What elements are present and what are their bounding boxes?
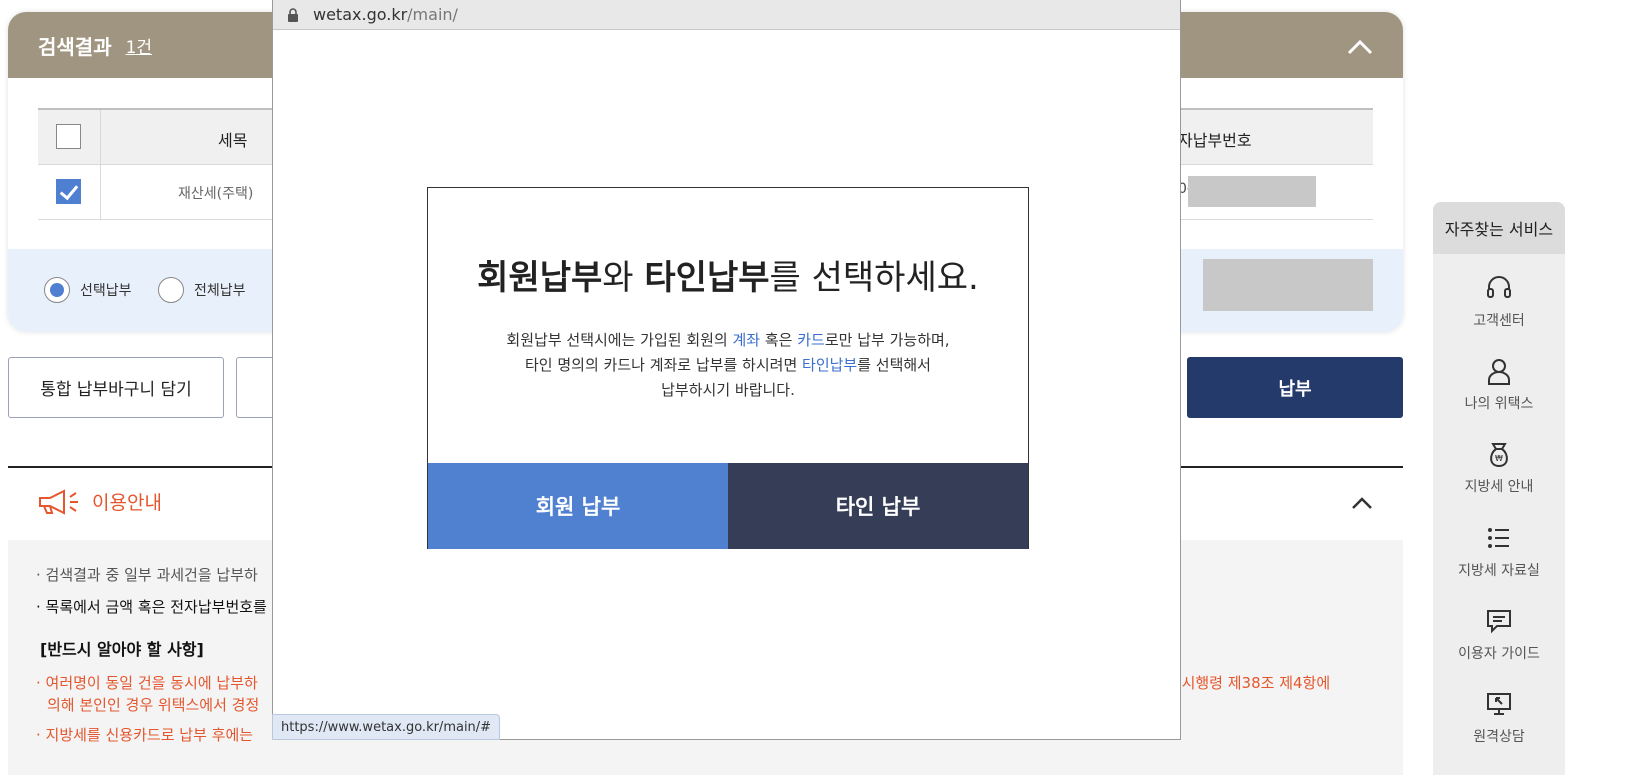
quick-item-local-tax-library[interactable]: 지방세 자료실 (1433, 524, 1565, 580)
header-epay-no: 자납부번호 (1178, 131, 1252, 150)
redacted-epay-no (1188, 176, 1316, 207)
desc-highlight-account: 계좌 (732, 331, 761, 349)
guide-line: · 검색결과 중 일부 과세건을 납부하 (36, 566, 258, 584)
quick-item-label: 지방세 안내 (1464, 479, 1534, 495)
desc-text: 로만 납부 가능하며, (824, 331, 950, 349)
quick-menu-title: 자주찾는 서비스 (1433, 202, 1565, 254)
money-bag-icon: ₩ (1490, 443, 1508, 468)
radio-all-pay[interactable] (158, 277, 184, 303)
monitor-icon (1487, 693, 1511, 715)
guide-title: 이용안내 (92, 492, 162, 514)
desc-highlight-card: 카드 (797, 331, 825, 349)
quick-item-my-wetax[interactable]: 나의 위택스 (1433, 357, 1565, 413)
quick-item-label: 이용자 가이드 (1458, 646, 1540, 662)
quick-item-label: 지방세 자료실 (1458, 563, 1540, 579)
desc-text: 를 선택해서 (857, 356, 931, 374)
person-icon (1488, 359, 1510, 385)
result-title: 검색결과 (38, 34, 112, 59)
title-connector: 와 (602, 258, 645, 298)
collapse-chevron-icon[interactable] (1347, 34, 1373, 60)
url-host: wetax.go.kr (313, 5, 408, 24)
desc-line-1: 회원납부 선택시에는 가입된 회원의 계좌 혹은 카드로만 납부 가능하며, (428, 328, 1028, 353)
headset-icon (1487, 276, 1511, 298)
desc-text: 타인 명의의 카드나 계좌로 납부를 하시려면 (525, 356, 803, 374)
status-bar-url: https://www.wetax.go.kr/main/# (272, 714, 501, 740)
guide-line: 법 시행령 제38조 제4항에 (1163, 674, 1331, 692)
quick-item-label: 원격상담 (1473, 729, 1525, 745)
desc-line-3: 납부하시기 바랍니다. (661, 381, 795, 399)
list-icon (1488, 528, 1509, 548)
column-divider (100, 165, 101, 219)
svg-text:₩: ₩ (1495, 454, 1503, 463)
quick-menu: 자주찾는 서비스 고객센터 나의 위택스 ₩ 지방세 안내 지방세 자료실 이용… (1433, 202, 1565, 775)
quick-item-label: 나의 위택스 (1464, 396, 1534, 412)
select-all-checkbox[interactable] (56, 124, 81, 149)
radio-all-pay-label[interactable]: 전체납부 (194, 280, 246, 300)
quick-item-user-guide[interactable]: 이용자 가이드 (1433, 607, 1565, 663)
row-subject: 재산세(주택) (178, 186, 254, 202)
quick-item-customer-center[interactable]: 고객센터 (1433, 274, 1565, 330)
row-checkbox[interactable] (56, 179, 81, 204)
quick-item-local-tax-info[interactable]: ₩ 지방세 안내 (1433, 440, 1565, 496)
lock-icon (288, 7, 298, 22)
title-other-pay: 타인납부 (644, 258, 770, 298)
pay-button[interactable]: 납부 (1187, 357, 1403, 418)
dialog-title: 회원납부와 타인납부를 선택하세요. (428, 250, 1028, 299)
megaphone-icon (39, 488, 78, 515)
desc-line-2: 타인 명의의 카드나 계좌로 납부를 하시려면 타인납부를 선택해서 (428, 353, 1028, 378)
add-to-basket-button[interactable]: 통합 납부바구니 담기 (8, 357, 224, 418)
column-divider (100, 110, 101, 164)
title-suffix: 를 선택하세요. (769, 258, 979, 298)
guide-chevron-icon[interactable] (1350, 494, 1374, 512)
guide-subheading: [반드시 알아야 할 사항] (40, 640, 204, 659)
guide-line: · 지방세를 신용카드로 납부 후에는 (36, 726, 254, 744)
other-pay-button[interactable]: 타인 납부 (728, 463, 1028, 549)
dialog-description: 회원납부 선택시에는 가입된 회원의 계좌 혹은 카드로만 납부 가능하며, 타… (428, 328, 1028, 403)
address-bar[interactable]: wetax.go.kr/main/ (273, 0, 1180, 30)
popup-window: wetax.go.kr/main/ 회원납부와 타인납부를 선택하세요. 회원납… (272, 0, 1181, 740)
radio-selected-pay-label[interactable]: 선택납부 (80, 280, 132, 300)
title-member-pay: 회원납부 (477, 258, 603, 298)
chat-icon (1487, 610, 1511, 634)
result-count[interactable]: 1건 (126, 33, 152, 58)
desc-text: 회원납부 선택시에는 가입된 회원의 (506, 331, 733, 349)
guide-line: · 목록에서 금액 혹은 전자납부번호를 (36, 598, 267, 616)
header-subject: 세목 (218, 131, 248, 150)
quick-item-label: 고객센터 (1473, 313, 1525, 329)
radio-selected-pay[interactable] (44, 277, 70, 303)
member-pay-button[interactable]: 회원 납부 (428, 463, 728, 549)
quick-item-remote-support[interactable]: 원격상담 (1433, 690, 1565, 746)
payment-type-dialog: 회원납부와 타인납부를 선택하세요. 회원납부 선택시에는 가입된 회원의 계좌… (427, 187, 1029, 549)
guide-line: · 여러명이 동일 건을 동시에 납부하 (36, 674, 258, 692)
desc-text: 혹은 (760, 331, 798, 349)
guide-line: 의해 본인인 경우 위택스에서 경정 (47, 696, 260, 714)
guide-header[interactable]: 이용안내 (38, 488, 162, 515)
desc-highlight-other-pay: 타인납부 (802, 356, 858, 374)
url-path: /main/ (407, 5, 458, 24)
redacted-amount (1203, 259, 1373, 311)
